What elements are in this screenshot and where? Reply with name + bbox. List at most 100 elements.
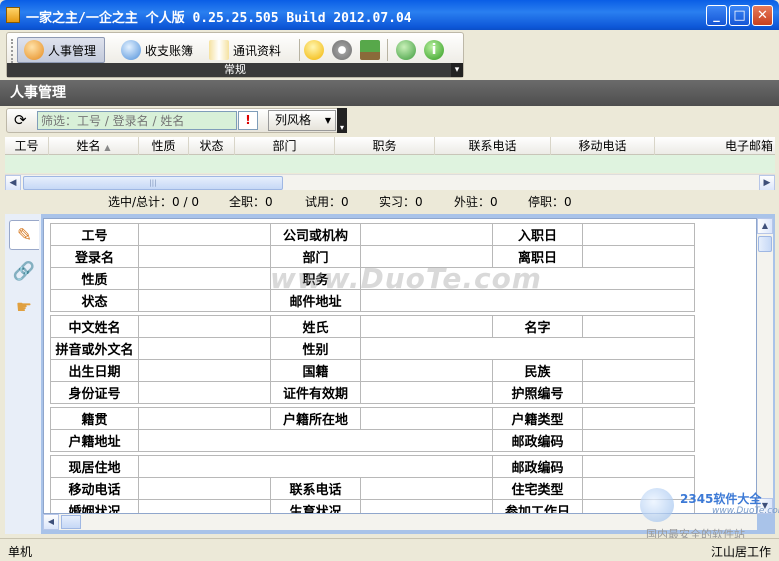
scroll-left-icon[interactable]: ◀ (43, 514, 59, 530)
scroll-up-icon[interactable]: ▲ (757, 218, 773, 234)
scroll-left-icon[interactable]: ◀ (5, 175, 21, 191)
field-value[interactable] (360, 315, 493, 338)
field-label: 性别 (270, 337, 361, 360)
form-row: 籍贯 户籍所在地 户籍类型 (50, 407, 695, 430)
grid-empty-row[interactable] (5, 155, 775, 173)
status-mode: 单机 (8, 545, 33, 559)
scroll-thumb[interactable] (758, 236, 772, 252)
field-value[interactable] (138, 477, 271, 500)
field-value[interactable] (138, 289, 271, 312)
summary-bar: 选中/总计：0 / 0 全职：0 试用：0 实习：0 外驻：0 停职：0 (5, 190, 775, 210)
field-value[interactable] (138, 245, 271, 268)
about-button[interactable]: i (421, 37, 447, 63)
field-value[interactable] (582, 359, 695, 382)
field-label: 现居住地 (50, 455, 139, 478)
col-header-phone[interactable]: 联系电话 (435, 137, 551, 155)
column-style-dropdown[interactable]: 列风格 ▼ (268, 110, 336, 131)
field-value[interactable] (582, 245, 695, 268)
ledger-button[interactable]: 收支账簿 (115, 37, 201, 63)
field-value[interactable] (138, 381, 271, 404)
field-label: 邮政编码 (492, 455, 583, 478)
filter-clear-button[interactable]: ! (238, 111, 258, 130)
form-row: 移动电话 联系电话 住宅类型 (50, 477, 695, 500)
col-header-type[interactable]: 性质 (139, 137, 189, 155)
field-value[interactable] (582, 315, 695, 338)
close-button[interactable]: ✕ (752, 5, 773, 26)
minimize-button[interactable]: _ (706, 5, 727, 26)
col-header-id[interactable]: 工号 (5, 137, 49, 155)
hr-management-button[interactable]: 人事管理 (17, 37, 105, 63)
scroll-thumb[interactable] (61, 515, 81, 529)
refresh-icon[interactable]: ⟳ (14, 112, 30, 128)
toolbar-separator (387, 39, 388, 61)
field-value[interactable] (138, 499, 271, 513)
field-value[interactable] (360, 499, 493, 513)
col-header-position[interactable]: 职务 (335, 137, 435, 155)
form-row: 户籍地址 邮政编码 (50, 429, 695, 452)
col-header-name[interactable]: 姓名 ▲ (49, 137, 139, 155)
fulltime-count: 全职：0 (229, 195, 273, 209)
field-label: 户籍地址 (50, 429, 139, 452)
field-value[interactable] (360, 477, 493, 500)
tab-actions[interactable]: ☛ (9, 292, 39, 322)
field-value[interactable] (138, 315, 271, 338)
field-label: 名字 (492, 315, 583, 338)
window-title: 一家之主/一企之主 个人版 0.25.25.505 Build 2012.07.… (26, 11, 412, 26)
contacts-button[interactable]: 通讯资料 (203, 37, 293, 63)
scroll-thumb[interactable]: ||| (23, 176, 283, 190)
settings-button[interactable] (329, 37, 355, 63)
lightbulb-icon (304, 40, 324, 60)
col-header-status[interactable]: 状态 (189, 137, 235, 155)
intern-count: 实习：0 (379, 195, 423, 209)
field-value[interactable] (138, 337, 271, 360)
field-value[interactable] (360, 381, 493, 404)
field-value[interactable] (360, 359, 493, 382)
col-header-email[interactable]: 电子邮箱 (655, 137, 775, 155)
sign-button[interactable] (357, 37, 383, 63)
info-icon: i (424, 40, 444, 60)
update-button[interactable] (393, 37, 419, 63)
maximize-button[interactable]: □ (729, 5, 750, 26)
field-value[interactable] (138, 359, 271, 382)
col-header-name-label: 姓名 (76, 139, 101, 153)
watermark-logo: 2345软件大全 www.DuoTe.com 国内最安全的软件站 (636, 486, 779, 542)
field-value[interactable] (360, 407, 493, 430)
globe-download-icon (396, 40, 416, 60)
filter-expander-icon[interactable]: ▾ (337, 108, 347, 133)
watermark-brand: 2345软件大全 (680, 492, 762, 506)
ribbon-expander-icon[interactable]: ▾ (451, 63, 463, 77)
field-value[interactable] (582, 407, 695, 430)
col-header-mobile[interactable]: 移动电话 (551, 137, 655, 155)
filter-input[interactable] (37, 111, 237, 130)
field-value[interactable] (138, 455, 493, 478)
watermark-url: www.DuoTe.com (712, 506, 779, 516)
field-label: 出生日期 (50, 359, 139, 382)
field-value[interactable] (138, 429, 493, 452)
field-value[interactable] (582, 381, 695, 404)
col-header-department[interactable]: 部门 (235, 137, 335, 155)
field-value[interactable] (582, 223, 695, 246)
toolbar-grip[interactable] (11, 39, 14, 63)
form-vertical-scrollbar[interactable]: ▲ ▼ (757, 218, 773, 514)
filter-bar: ⟳ ! 列风格 ▼ ▾ (0, 106, 779, 134)
field-value[interactable] (138, 267, 271, 290)
field-label: 姓氏 (270, 315, 361, 338)
field-value[interactable] (582, 429, 695, 452)
field-value[interactable] (360, 337, 695, 360)
tab-basic-info[interactable]: ✎ (9, 220, 39, 250)
tab-attachments[interactable]: 🔗 (9, 256, 39, 286)
coin-icon (121, 40, 141, 60)
grid-horizontal-scrollbar[interactable]: ◀ ||| ▶ (5, 174, 775, 191)
status-bar: 单机 江山居工作 (0, 538, 779, 561)
form-row: 拼音或外文名 性别 (50, 337, 695, 360)
field-value[interactable] (138, 223, 271, 246)
field-label: 性质 (50, 267, 139, 290)
field-value[interactable] (582, 455, 695, 478)
scroll-right-icon[interactable]: ▶ (759, 175, 775, 191)
tips-button[interactable] (301, 37, 327, 63)
field-value[interactable] (138, 407, 271, 430)
form-row: 婚姻状况 生育状况 参加工作日 (50, 499, 695, 513)
title-bar: 一家之主/一企之主 个人版 0.25.25.505 Build 2012.07.… (0, 0, 779, 30)
sort-asc-icon: ▲ (104, 143, 111, 152)
field-value[interactable] (360, 223, 493, 246)
